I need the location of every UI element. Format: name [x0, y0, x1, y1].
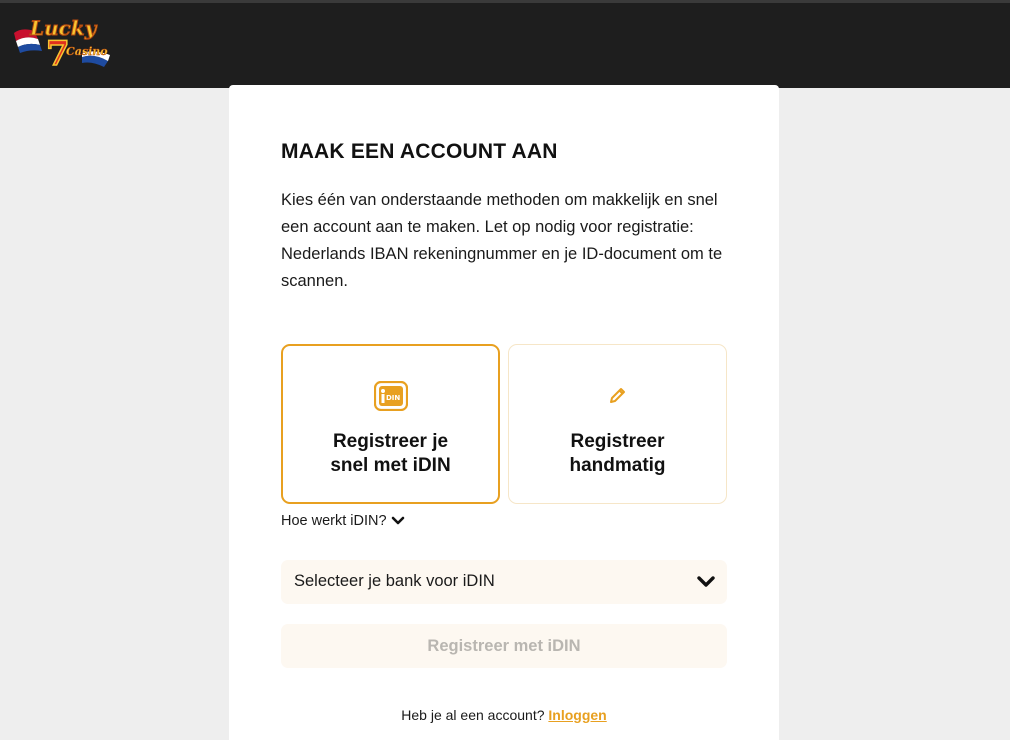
register-idin-button[interactable]: Registreer met iDIN [281, 624, 727, 668]
login-link[interactable]: Inloggen [548, 707, 606, 723]
register-idin-option[interactable]: DIN Registreer je snel met iDIN [281, 344, 500, 504]
svg-text:DIN: DIN [386, 394, 400, 402]
bank-select[interactable]: Selecteer je bank voor iDIN [281, 560, 727, 604]
page-title: MAAK EEN ACCOUNT AAN [281, 140, 558, 163]
how-idin-toggle[interactable]: Hoe werkt iDIN? [281, 513, 405, 529]
register-manual-label: Registreer handmatig [569, 431, 666, 476]
pencil-icon [509, 378, 726, 412]
casino-logo[interactable]: Lucky 7 Casino [12, 13, 112, 75]
chevron-down-icon [391, 516, 404, 525]
how-idin-label: Hoe werkt iDIN? [281, 513, 387, 529]
login-prompt-text: Heb je al een account? [401, 707, 545, 723]
svg-text:Casino: Casino [66, 45, 108, 58]
signup-card: MAAK EEN ACCOUNT AAN Kies één van onders… [229, 85, 779, 740]
login-prompt: Heb je al een account? Inloggen [229, 707, 779, 723]
register-idin-label: Registreer je snel met iDIN [330, 431, 451, 476]
bank-select-value: Selecteer je bank voor iDIN [294, 572, 495, 590]
idin-icon: DIN [283, 379, 498, 413]
chevron-down-icon [697, 576, 715, 587]
top-bar: Lucky 7 Casino [0, 0, 1010, 88]
register-manual-option[interactable]: Registreer handmatig [508, 344, 727, 504]
intro-text: Kies één van onderstaande methoden om ma… [281, 191, 723, 290]
